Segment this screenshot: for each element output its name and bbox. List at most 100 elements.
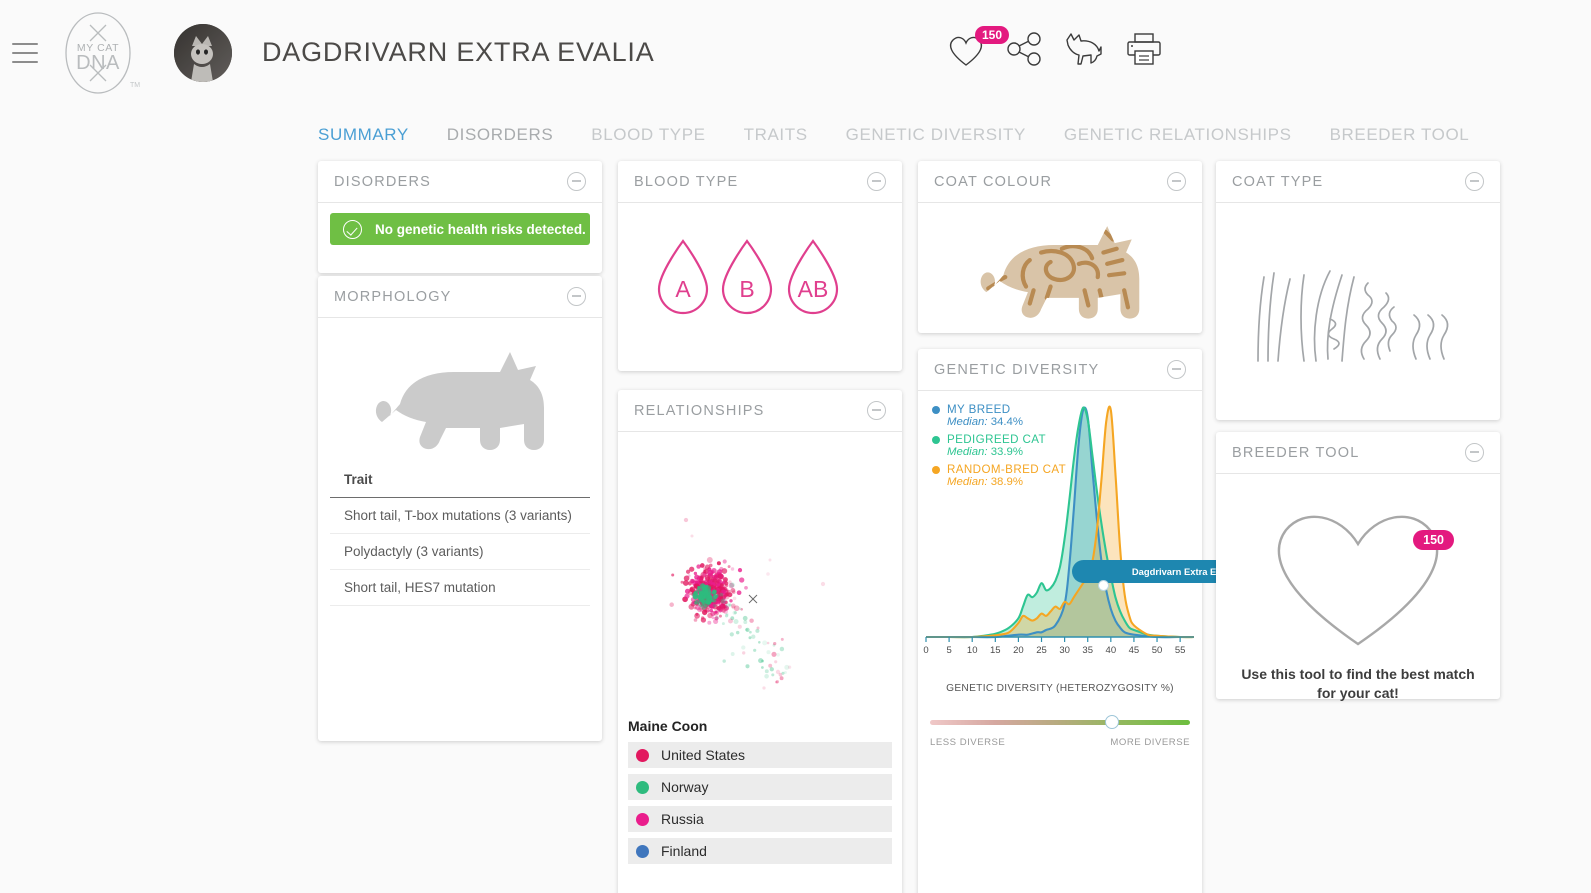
table-row: Polydactyly (3 variants) xyxy=(330,534,590,570)
relationships-scatter-plot[interactable] xyxy=(618,432,902,712)
disorders-alert-text: No genetic health risks detected. xyxy=(375,221,586,237)
collapse-icon[interactable] xyxy=(1465,172,1484,191)
slider-labels: LESS DIVERSE MORE DIVERSE xyxy=(930,737,1190,748)
card-coat-type: COAT TYPE xyxy=(1216,161,1500,420)
breeder-badge-count: 150 xyxy=(1413,530,1454,550)
card-header: COAT COLOUR xyxy=(918,161,1202,203)
check-circle-icon xyxy=(343,219,362,239)
tab-disorders[interactable]: DISORDERS xyxy=(447,125,553,145)
collapse-icon[interactable] xyxy=(567,287,586,306)
card-header: DISORDERS xyxy=(318,161,602,203)
card-breeder-tool: BREEDER TOOL 150 Use this tool to find t… xyxy=(1216,432,1500,701)
color-dot xyxy=(636,844,649,858)
tab-genetic-relationships[interactable]: GENETIC RELATIONSHIPS xyxy=(1064,125,1292,145)
breeder-heart-area: 150 xyxy=(1216,474,1500,657)
main-tabs: SUMMARY DISORDERS BLOOD TYPE TRAITS GENE… xyxy=(0,105,1591,145)
country-label: Finland xyxy=(661,843,707,859)
header-icon-group: 150 xyxy=(945,26,1165,73)
tab-summary[interactable]: SUMMARY xyxy=(318,125,409,145)
card-disorders: DISORDERS No genetic health risks detect… xyxy=(318,161,602,273)
mycatdna-logo[interactable]: MY CAT DNA TM xyxy=(52,7,144,99)
collapse-icon[interactable] xyxy=(867,401,886,420)
list-item-country-us[interactable]: United States xyxy=(628,742,892,768)
slider-track xyxy=(930,720,1190,725)
svg-text:45: 45 xyxy=(1129,645,1140,656)
table-row: Short tail, T-box mutations (3 variants) xyxy=(330,498,590,534)
svg-text:A: A xyxy=(675,276,691,302)
svg-text:0: 0 xyxy=(923,645,928,656)
list-item-country-russia[interactable]: Russia xyxy=(628,806,892,832)
card-header: MORPHOLOGY xyxy=(318,276,602,318)
breeder-description: Use this tool to find the best match for… xyxy=(1241,666,1475,701)
svg-text:5: 5 xyxy=(946,645,951,656)
svg-text:20: 20 xyxy=(1013,645,1024,656)
svg-text:40: 40 xyxy=(1106,645,1117,656)
print-icon[interactable] xyxy=(1123,30,1165,73)
svg-text:55: 55 xyxy=(1175,645,1186,656)
tab-breeder-tool[interactable]: BREEDER TOOL xyxy=(1330,125,1470,145)
country-label: Russia xyxy=(661,811,704,827)
cat-icon[interactable] xyxy=(1063,30,1105,73)
slider-handle[interactable] xyxy=(1105,715,1119,729)
collapse-icon[interactable] xyxy=(1167,360,1186,379)
collapse-icon[interactable] xyxy=(1465,443,1484,462)
card-title-coat-type: COAT TYPE xyxy=(1232,173,1324,190)
coat-type-hairs-icon xyxy=(1216,203,1500,376)
page-title: DAGDRIVARN EXTRA EVALIA xyxy=(262,37,655,67)
card-relationships: RELATIONSHIPS Maine Coon United States N… xyxy=(618,390,902,893)
card-title-blood-type: BLOOD TYPE xyxy=(634,173,739,190)
chart-x-axis-label: GENETIC DIVERSITY (HETEROZYGOSITY %) xyxy=(946,683,1174,694)
tab-genetic-diversity[interactable]: GENETIC DIVERSITY xyxy=(846,125,1026,145)
avatar[interactable] xyxy=(174,23,232,82)
collapse-icon[interactable] xyxy=(567,172,586,191)
card-morphology: MORPHOLOGY Trait Short tail, T-box mutat… xyxy=(318,276,602,741)
svg-text:AB: AB xyxy=(798,276,829,302)
color-dot xyxy=(636,812,649,826)
card-blood-type: BLOOD TYPE A B AB xyxy=(618,161,902,371)
card-title-relationships: RELATIONSHIPS xyxy=(634,402,765,419)
svg-text:DNA: DNA xyxy=(76,52,120,74)
coat-colour-cat-icon xyxy=(918,203,1202,334)
heart-icon[interactable]: 150 xyxy=(945,26,1010,73)
card-title-coat-colour: COAT COLOUR xyxy=(934,173,1053,190)
trait-table: Trait Short tail, T-box mutations (3 var… xyxy=(318,466,602,618)
card-coat-colour: COAT COLOUR xyxy=(918,161,1202,333)
dashboard-grid: DISORDERS No genetic health risks detect… xyxy=(0,161,1591,893)
card-header: COAT TYPE xyxy=(1216,161,1500,203)
slider-label-more: MORE DIVERSE xyxy=(1110,737,1190,748)
tab-traits[interactable]: TRAITS xyxy=(744,125,808,145)
list-item-country-finland[interactable]: Finland xyxy=(628,838,892,864)
tab-blood-type[interactable]: BLOOD TYPE xyxy=(591,125,705,145)
collapse-icon[interactable] xyxy=(867,172,886,191)
card-title-breeder-tool: BREEDER TOOL xyxy=(1232,444,1360,461)
table-row: Short tail, HES7 mutation xyxy=(330,570,590,606)
heart-badge-count: 150 xyxy=(975,26,1010,44)
svg-text:30: 30 xyxy=(1059,645,1070,656)
svg-text:TM: TM xyxy=(130,82,140,89)
status-badge-no-risks: No genetic health risks detected. xyxy=(330,213,590,245)
diversity-slider[interactable]: LESS DIVERSE MORE DIVERSE xyxy=(930,715,1190,748)
card-title-morphology: MORPHOLOGY xyxy=(334,288,452,305)
svg-text:35: 35 xyxy=(1082,645,1093,656)
card-header: BLOOD TYPE xyxy=(618,161,902,203)
color-dot xyxy=(636,780,649,794)
svg-text:B: B xyxy=(739,276,754,302)
card-title-disorders: DISORDERS xyxy=(334,173,432,190)
trait-column-header: Trait xyxy=(330,466,590,498)
color-dot xyxy=(636,748,649,762)
hamburger-icon[interactable] xyxy=(12,42,38,63)
heart-outline-icon xyxy=(1277,515,1439,646)
collapse-icon[interactable] xyxy=(1167,172,1186,191)
card-header: GENETIC DIVERSITY xyxy=(918,349,1202,391)
blood-type-droplets: A B AB xyxy=(618,203,902,338)
share-icon[interactable] xyxy=(1005,30,1045,73)
card-title-genetic-diversity: GENETIC DIVERSITY xyxy=(934,361,1100,378)
breed-name: Maine Coon xyxy=(628,718,708,734)
genetic-diversity-chart[interactable]: MY BREED Median: 34.4% PEDIGREED CAT Med… xyxy=(918,391,1262,681)
card-header: BREEDER TOOL xyxy=(1216,432,1500,474)
svg-text:15: 15 xyxy=(990,645,1001,656)
svg-text:50: 50 xyxy=(1152,645,1163,656)
country-label: United States xyxy=(661,747,746,763)
card-header: RELATIONSHIPS xyxy=(618,390,902,432)
list-item-country-norway[interactable]: Norway xyxy=(628,774,892,800)
